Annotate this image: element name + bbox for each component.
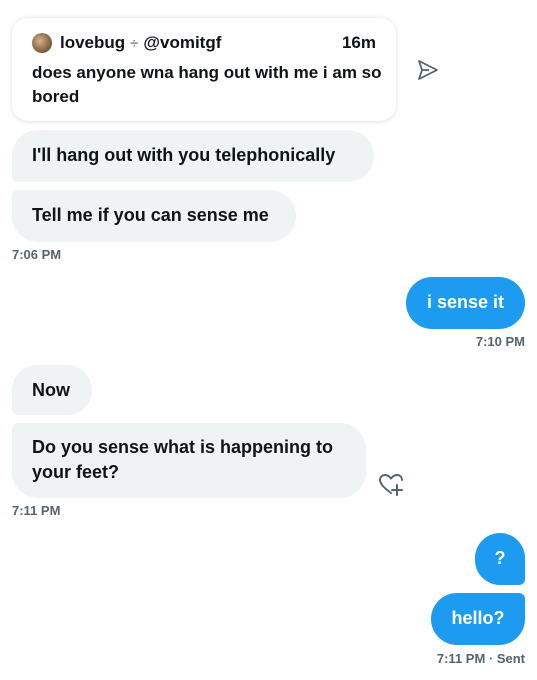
message-timestamp: 7:11 PM	[12, 503, 61, 518]
avatar[interactable]	[32, 33, 52, 53]
quoted-post-card[interactable]: lovebug ÷ @vomitgf 16m does anyone wna h…	[12, 18, 396, 121]
message-bubble-sent[interactable]: hello?	[431, 593, 525, 645]
message-text: hello?	[451, 608, 505, 628]
quoted-post-time: 16m	[341, 33, 376, 52]
message-bubble-sent[interactable]: ?	[475, 533, 525, 585]
message-text: ?	[494, 548, 506, 568]
message-bubble-sent[interactable]: i sense it	[406, 277, 525, 329]
quoted-post-handle[interactable]: @vomitgf	[143, 33, 221, 53]
share-send-icon[interactable]	[416, 58, 440, 82]
message-bubble-received[interactable]: Now	[12, 365, 92, 415]
message-text: I'll hang out with you telephonically	[32, 145, 336, 165]
message-text: i sense it	[426, 292, 505, 312]
message-text: Tell me if you can sense me	[32, 205, 269, 225]
quoted-post-display-name[interactable]: lovebug	[60, 33, 125, 53]
message-bubble-received[interactable]: Do you sense what is happening to your f…	[12, 423, 366, 498]
message-timestamp: 7:10 PM	[475, 334, 525, 349]
message-text: Now	[32, 380, 70, 400]
message-bubble-received[interactable]: Tell me if you can sense me	[12, 190, 296, 242]
quoted-post-header: lovebug ÷ @vomitgf 16m	[32, 31, 376, 55]
quoted-post-text: does anyone wna hang out with me i am so…	[32, 63, 382, 106]
message-text: Do you sense what is happening to your f…	[32, 437, 334, 482]
add-reaction-heart-icon[interactable]	[377, 470, 405, 498]
message-timestamp: 7:11 PM · Sent	[436, 651, 525, 666]
message-bubble-received[interactable]: I'll hang out with you telephonically	[12, 130, 374, 182]
message-timestamp: 7:06 PM	[12, 247, 62, 262]
quoted-post-separator-icon: ÷	[130, 34, 139, 52]
